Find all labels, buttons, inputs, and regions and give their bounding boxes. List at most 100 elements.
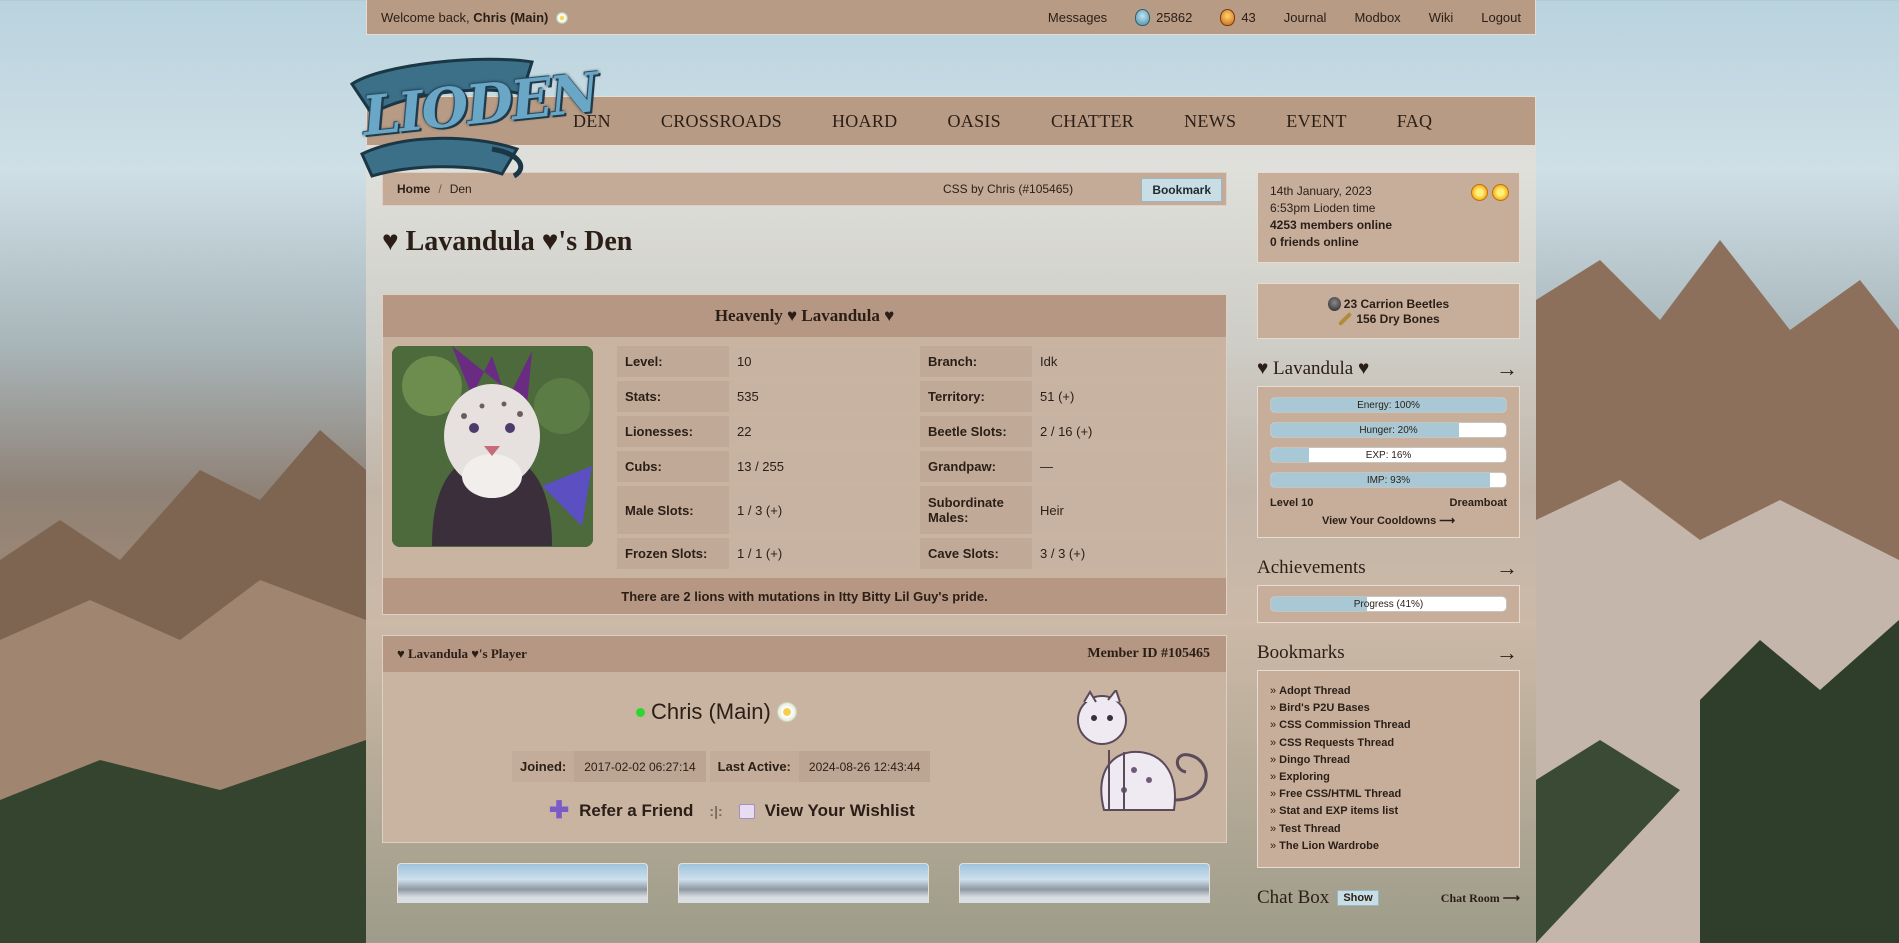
bookmark-label: Free CSS/HTML Thread — [1279, 788, 1402, 801]
bookmark-item[interactable]: » Dingo Thread — [1270, 752, 1507, 769]
lion-thumbnails — [382, 863, 1227, 903]
bookmark-item[interactable]: » CSS Commission Thread — [1270, 717, 1507, 734]
bookmarks-title: Bookmarks — [1257, 642, 1345, 663]
members-online[interactable]: 4253 members online — [1270, 218, 1392, 232]
bookmark-item[interactable]: » Adopt Thread — [1270, 683, 1507, 700]
main-column: Home / Den CSS by Chris (#105465) Bookma… — [382, 172, 1227, 903]
stat-label: Grandpaw: — [920, 451, 1032, 482]
lion-thumbnail[interactable] — [959, 863, 1210, 903]
bookmark-label: CSS Commission Thread — [1279, 719, 1411, 732]
arrow-right-icon[interactable]: → — [1496, 356, 1518, 382]
stat-lionesses: Lionesses: 22 — [617, 416, 914, 447]
resource-box: 23 Carrion Beetles 156 Dry Bones — [1257, 283, 1520, 339]
cooldowns-link[interactable]: View Your Cooldowns ⟶ — [1270, 514, 1507, 527]
stat-label: Cubs: — [617, 451, 729, 482]
refer-friend-link[interactable]: Refer a Friend — [579, 801, 693, 821]
nav-oasis[interactable]: OASIS — [947, 111, 1001, 132]
lion-thumbnail[interactable] — [397, 863, 648, 903]
stat-stats: Stats: 535 — [617, 381, 914, 412]
nav-hoard[interactable]: HOARD — [832, 111, 898, 132]
wishlist-icon — [738, 803, 755, 819]
show-chat-button[interactable]: Show — [1337, 890, 1379, 907]
player-actions: ✚ Refer a Friend :|: View Your Wishlist — [549, 799, 915, 823]
player-dates: Joined: 2017-02-02 06:27:14 Last Active:… — [512, 751, 931, 782]
stat-grandpaw: Grandpaw: — — [920, 451, 1217, 482]
orange-beetle-icon — [1220, 8, 1236, 26]
orange-beetle-currency[interactable]: 43 — [1220, 8, 1256, 26]
breadcrumb-home[interactable]: Home — [397, 182, 430, 196]
last-active-label: Last Active: — [709, 751, 799, 782]
friends-online[interactable]: 0 friends online — [1270, 235, 1359, 249]
bookmark-item[interactable]: » The Lion Wardrobe — [1270, 838, 1507, 855]
player-header-title: ♥ Lavandula ♥'s Player — [397, 646, 527, 661]
modbox-link[interactable]: Modbox — [1354, 10, 1400, 25]
nav-event[interactable]: EVENT — [1286, 111, 1346, 132]
bullet-icon: » — [1270, 788, 1277, 801]
lion-status-box: Energy: 100% Hunger: 20% EXP: 16% IMP: 9… — [1257, 386, 1520, 538]
bar-label: Energy: 100% — [1357, 399, 1420, 411]
orange-beetle-count: 43 — [1241, 9, 1256, 25]
lion-thumbnail[interactable] — [678, 863, 929, 903]
lion-section-header: ♥ Lavandula ♥ → — [1257, 352, 1520, 386]
stat-value[interactable]: 2 / 16 (+) — [1032, 416, 1217, 447]
nav-crossroads[interactable]: CROSSROADS — [661, 111, 782, 132]
bullet-icon: » — [1270, 771, 1277, 784]
bone-icon — [1338, 311, 1353, 326]
arrow-right-icon[interactable]: → — [1496, 640, 1518, 666]
action-divider: :|: — [709, 803, 723, 819]
blue-beetle-currency[interactable]: 25862 — [1135, 8, 1192, 26]
bookmark-label: Stat and EXP items list — [1279, 805, 1399, 818]
bookmark-label: Exploring — [1279, 771, 1330, 784]
progress-bar: Progress (41%) — [1270, 596, 1507, 612]
bookmark-item[interactable]: » Stat and EXP items list — [1270, 803, 1507, 820]
arrow-right-icon[interactable]: → — [1496, 555, 1518, 581]
stat-value[interactable]: 1 / 1 (+) — [729, 538, 914, 569]
chat-room-link[interactable]: Chat Room ⟶ — [1441, 891, 1520, 906]
bullet-icon: » — [1270, 736, 1277, 749]
bullet-icon: » — [1270, 702, 1277, 715]
bookmark-label: Dingo Thread — [1279, 753, 1351, 766]
joined-label: Joined: — [512, 751, 575, 782]
player-box: ♥ Lavandula ♥'s Player Member ID #105465… — [382, 635, 1227, 843]
wishlist-link[interactable]: View Your Wishlist — [765, 801, 915, 821]
member-id: Member ID #105465 — [1087, 646, 1210, 662]
bookmark-label: Bird's P2U Bases — [1279, 702, 1370, 715]
stat-territory: Territory: 51 (+) — [920, 381, 1217, 412]
lion-portrait[interactable] — [392, 346, 593, 547]
bookmark-item[interactable]: » CSS Requests Thread — [1270, 735, 1507, 752]
stat-label: Stats: — [617, 381, 729, 412]
bullet-icon: » — [1270, 719, 1277, 732]
nav-faq[interactable]: FAQ — [1397, 111, 1433, 132]
bookmark-item[interactable]: » Test Thread — [1270, 821, 1507, 838]
site-logo[interactable]: LIODEN — [342, 54, 600, 180]
username-link[interactable]: Chris (Main) — [473, 10, 548, 25]
lion-name: Heavenly ♥ Lavandula ♥ — [383, 295, 1226, 337]
carrion-beetle-icon — [1327, 296, 1341, 311]
bookmark-item[interactable]: » Exploring — [1270, 769, 1507, 786]
nav-chatter[interactable]: CHATTER — [1051, 111, 1134, 132]
sidebar-lion-name: ♥ Lavandula ♥ — [1257, 358, 1370, 379]
stat-value[interactable]: 3 / 3 (+) — [1032, 538, 1217, 569]
stat-value[interactable]: Heir — [1032, 486, 1217, 534]
messages-link[interactable]: Messages — [1048, 10, 1107, 25]
bookmark-item[interactable]: » Free CSS/HTML Thread — [1270, 786, 1507, 803]
bookmark-button[interactable]: Bookmark — [1141, 178, 1222, 202]
bookmark-item[interactable]: » Bird's P2U Bases — [1270, 700, 1507, 717]
journal-link[interactable]: Journal — [1284, 10, 1327, 25]
sidebar: 14th January, 2023 6:53pm Lioden time 42… — [1257, 172, 1520, 910]
css-credit[interactable]: CSS by Chris (#105465) — [943, 182, 1073, 196]
wiki-link[interactable]: Wiki — [1429, 10, 1454, 25]
nav-news[interactable]: NEWS — [1184, 111, 1236, 132]
logout-link[interactable]: Logout — [1481, 10, 1521, 25]
hunger-bar: Hunger: 20% — [1270, 422, 1507, 438]
breadcrumb-current: Den — [449, 182, 472, 196]
top-bar: Welcome back, Chris (Main) Messages 2586… — [366, 0, 1536, 35]
stat-value[interactable]: 1 / 3 (+) — [729, 486, 914, 534]
lion-rank: Dreamboat — [1449, 497, 1507, 509]
stat-cave-slots: Cave Slots: 3 / 3 (+) — [920, 538, 1217, 569]
stat-value[interactable]: 51 (+) — [1032, 381, 1217, 412]
online-status-icon — [636, 707, 645, 717]
player-name[interactable]: Chris (Main) — [636, 699, 797, 725]
page-title: ♥ Lavandula ♥'s Den — [382, 226, 633, 257]
stat-level: Level: 10 — [617, 346, 914, 377]
